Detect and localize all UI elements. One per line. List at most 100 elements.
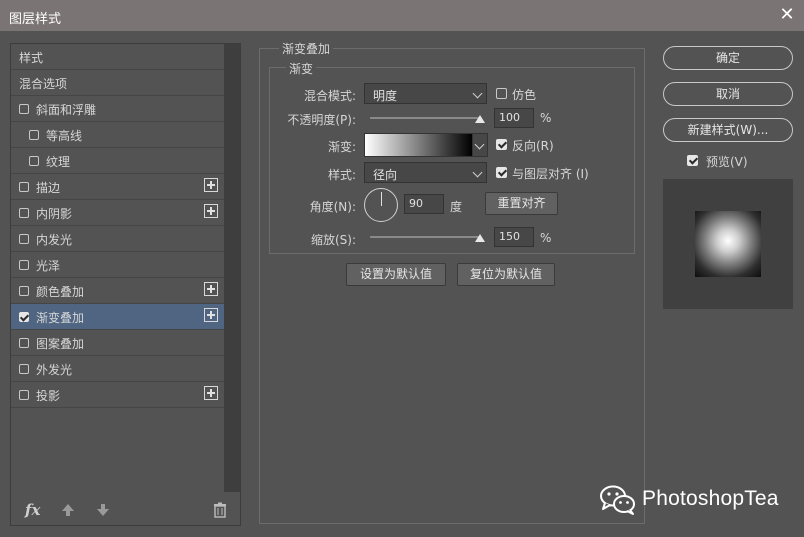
add-effect-icon[interactable] <box>204 282 218 296</box>
style-list-item[interactable]: 等高线 <box>11 122 224 148</box>
watermark: PhotoshopTea <box>600 483 800 519</box>
blend-mode-label: 混合模式: <box>303 89 356 103</box>
dither-checkbox[interactable] <box>496 88 507 99</box>
style-checkbox[interactable] <box>19 260 29 270</box>
fx-icon[interactable]: fx <box>25 501 40 519</box>
dither-label: 仿色 <box>512 88 537 102</box>
style-list-item[interactable]: 图案叠加 <box>11 330 224 356</box>
style-checkbox[interactable] <box>19 182 29 192</box>
chevron-down-icon <box>472 167 483 178</box>
style-checkbox[interactable] <box>19 286 29 296</box>
group-title: 渐变 <box>286 60 317 77</box>
window-title: 图层样式 <box>9 12 62 27</box>
scale-slider-track[interactable] <box>370 236 480 238</box>
style-list-item[interactable]: 光泽 <box>11 252 224 278</box>
reset-alignment-button[interactable]: 重置对齐 <box>485 192 558 215</box>
style-list-item-label: 斜面和浮雕 <box>36 103 97 117</box>
move-down-icon[interactable] <box>95 502 111 522</box>
add-effect-icon[interactable] <box>204 308 218 322</box>
style-list-item-label: 内阴影 <box>36 207 73 221</box>
style-label: 样式: <box>327 168 356 182</box>
close-icon[interactable]: ✕ <box>776 4 798 26</box>
align-with-layer-checkbox[interactable] <box>496 167 507 178</box>
style-list-item[interactable]: 斜面和浮雕 <box>11 96 224 122</box>
trash-icon[interactable] <box>212 502 228 522</box>
opacity-input[interactable]: 100 <box>494 108 534 128</box>
style-checkbox[interactable] <box>19 234 29 244</box>
blend-mode-value: 明度 <box>373 89 398 103</box>
style-checkbox[interactable] <box>19 208 29 218</box>
style-value: 径向 <box>373 168 398 182</box>
style-checkbox[interactable] <box>29 130 39 140</box>
style-list-item[interactable]: 纹理 <box>11 148 224 174</box>
style-checkbox[interactable] <box>19 312 29 322</box>
style-list-item-label: 内发光 <box>36 233 73 247</box>
style-list-item-label: 渐变叠加 <box>36 311 85 325</box>
styles-list-panel: 样式混合选项斜面和浮雕等高线纹理描边内阴影内发光光泽颜色叠加渐变叠加图案叠加外发… <box>10 43 241 526</box>
angle-label: 角度(N): <box>309 200 356 214</box>
style-checkbox[interactable] <box>19 338 29 348</box>
scale-unit: % <box>540 231 552 245</box>
cancel-button[interactable]: 取消 <box>663 82 793 106</box>
set-as-default-button[interactable]: 设置为默认值 <box>346 263 446 286</box>
style-list-item-label: 纹理 <box>46 155 71 169</box>
gradient-picker-dropdown[interactable] <box>472 133 488 157</box>
opacity-slider-thumb[interactable] <box>475 115 485 123</box>
style-list-item[interactable]: 描边 <box>11 174 224 200</box>
scale-label: 缩放(S): <box>310 233 356 247</box>
style-list-item[interactable]: 内发光 <box>11 226 224 252</box>
style-checkbox[interactable] <box>19 390 29 400</box>
style-list-item[interactable]: 内阴影 <box>11 200 224 226</box>
style-checkbox[interactable] <box>19 104 29 114</box>
blend-mode-select[interactable]: 明度 <box>364 83 487 104</box>
scale-input[interactable]: 150 <box>494 227 534 247</box>
style-list-item[interactable]: 颜色叠加 <box>11 278 224 304</box>
scale-slider-thumb[interactable] <box>475 234 485 242</box>
gradient-label: 渐变: <box>327 140 356 154</box>
opacity-unit: % <box>540 111 552 125</box>
style-list-item[interactable]: 外发光 <box>11 356 224 382</box>
new-style-button[interactable]: 新建样式(W)... <box>663 118 793 142</box>
style-list-item-label: 等高线 <box>46 129 83 143</box>
preview-checkbox[interactable] <box>687 155 698 166</box>
style-list-item-label: 图案叠加 <box>36 337 85 351</box>
preview-label: 预览(V) <box>706 155 748 169</box>
reverse-checkbox[interactable] <box>496 139 507 150</box>
preview-box <box>663 179 793 309</box>
opacity-slider-track[interactable] <box>370 117 480 119</box>
style-select[interactable]: 径向 <box>364 162 487 183</box>
gradient-swatch[interactable] <box>364 133 473 157</box>
style-list-item-label: 样式 <box>19 51 44 65</box>
chevron-down-icon <box>472 88 483 99</box>
add-effect-icon[interactable] <box>204 204 218 218</box>
ok-button[interactable]: 确定 <box>663 46 793 70</box>
chevron-down-icon <box>474 139 485 150</box>
style-list-item[interactable]: 样式 <box>11 44 224 70</box>
section-title: 渐变叠加 <box>279 40 334 57</box>
opacity-label: 不透明度(P): <box>287 113 356 127</box>
style-list-item[interactable]: 投影 <box>11 382 224 408</box>
align-with-layer-label: 与图层对齐 (I) <box>512 167 589 181</box>
title-bar: 图层样式 ✕ <box>0 0 804 31</box>
style-list-item-label: 光泽 <box>36 259 61 273</box>
angle-input[interactable]: 90 <box>404 194 444 214</box>
reverse-label: 反向(R) <box>512 139 554 153</box>
angle-dial[interactable] <box>364 188 398 222</box>
preview-thumbnail <box>695 211 761 277</box>
style-list-item-label: 混合选项 <box>19 77 68 91</box>
style-list-item-label: 外发光 <box>36 363 73 377</box>
style-checkbox[interactable] <box>19 364 29 374</box>
scrollbar[interactable] <box>224 44 240 492</box>
style-list-item-label: 颜色叠加 <box>36 285 85 299</box>
style-checkbox[interactable] <box>29 156 39 166</box>
style-list-item-label: 描边 <box>36 181 61 195</box>
angle-unit: 度 <box>450 200 463 214</box>
move-up-icon[interactable] <box>60 502 76 522</box>
wechat-icon <box>600 485 636 515</box>
style-list-item[interactable]: 混合选项 <box>11 70 224 96</box>
watermark-text: PhotoshopTea <box>642 487 779 510</box>
add-effect-icon[interactable] <box>204 386 218 400</box>
add-effect-icon[interactable] <box>204 178 218 192</box>
reset-to-default-button[interactable]: 复位为默认值 <box>457 263 555 286</box>
style-list-item[interactable]: 渐变叠加 <box>11 304 224 330</box>
